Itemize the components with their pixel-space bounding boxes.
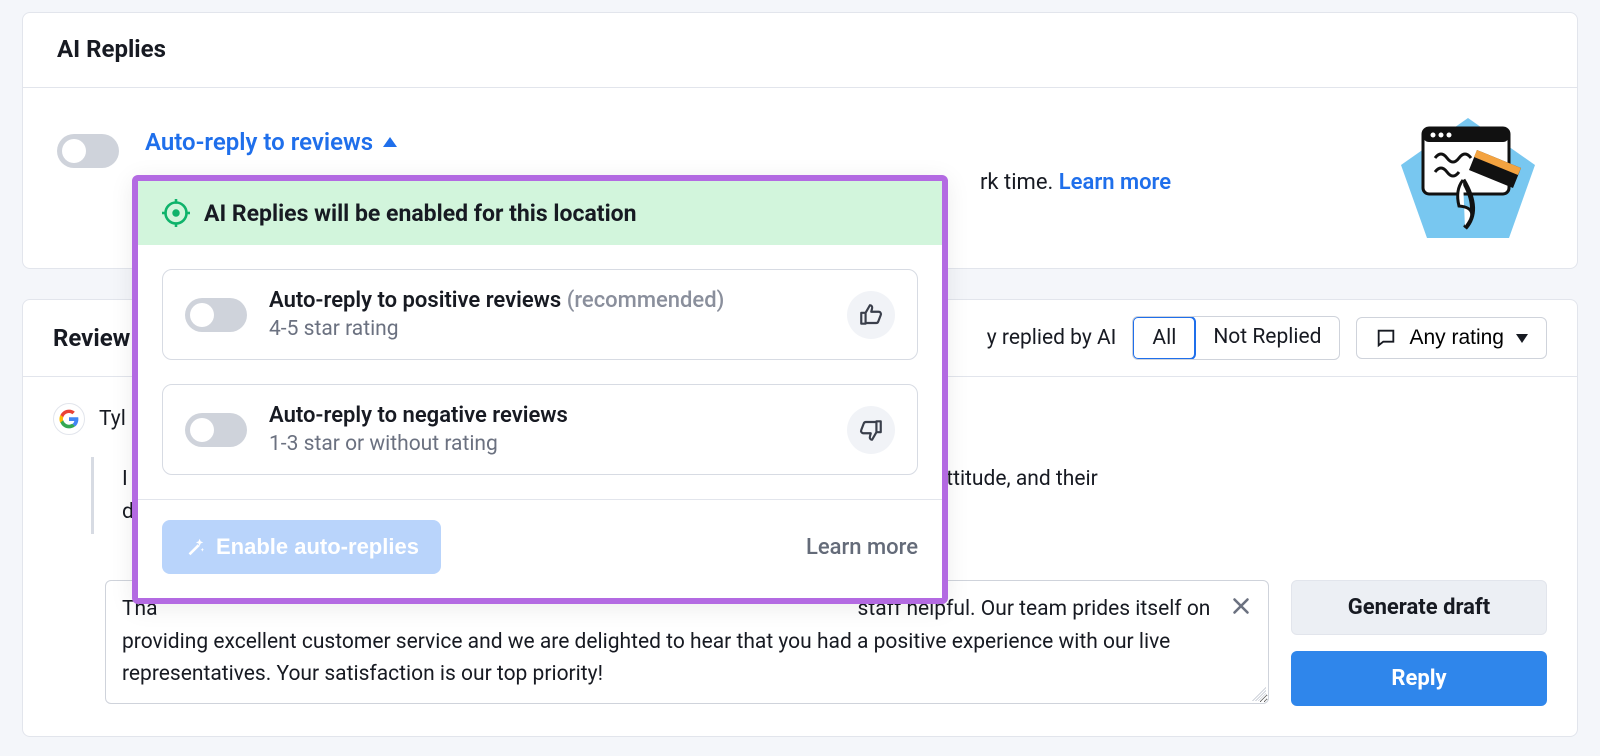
filter-label-tail: y replied by AI	[987, 326, 1117, 350]
popover-banner-text: AI Replies will be enabled for this loca…	[204, 200, 637, 227]
positive-subtitle: 4-5 star rating	[269, 317, 825, 341]
auto-reply-popover: AI Replies will be enabled for this loca…	[132, 175, 948, 604]
reply-button[interactable]: Reply	[1291, 651, 1547, 706]
location-target-icon	[162, 199, 190, 227]
negative-subtitle: 1-3 star or without rating	[269, 432, 825, 456]
enable-button-label: Enable auto-replies	[216, 534, 419, 560]
ai-replies-learn-more-link[interactable]: Learn more	[1059, 170, 1171, 195]
chevron-down-icon	[1516, 334, 1528, 343]
positive-toggle[interactable]	[185, 298, 247, 332]
negative-review-option: Auto-reply to negative reviews 1-3 star …	[162, 384, 918, 475]
negative-title: Auto-reply to negative reviews	[269, 403, 568, 428]
auto-reply-master-toggle[interactable]	[57, 134, 119, 168]
review-author-name: Tyl	[99, 407, 126, 431]
positive-title: Auto-reply to positive reviews	[269, 288, 561, 313]
negative-toggle[interactable]	[185, 413, 247, 447]
clear-reply-button[interactable]	[1228, 593, 1254, 619]
reviews-title: Review	[53, 324, 130, 352]
ai-replies-title: AI Replies	[23, 13, 1577, 88]
reply-filter-segment: All Not Replied	[1132, 316, 1340, 360]
thumbs-down-icon	[847, 406, 895, 454]
chevron-up-icon	[383, 137, 397, 147]
segment-all[interactable]: All	[1132, 316, 1196, 360]
thumbs-up-icon	[847, 291, 895, 339]
chat-bubble-icon	[1375, 327, 1397, 349]
auto-reply-label: Auto-reply to reviews	[145, 128, 373, 156]
popover-learn-more-link[interactable]: Learn more	[806, 535, 918, 560]
hint-tail: rk time.	[980, 170, 1053, 195]
writing-illustration	[1393, 110, 1543, 240]
rating-filter-button[interactable]: Any rating	[1356, 317, 1547, 359]
positive-review-option: Auto-reply to positive reviews (recommen…	[162, 269, 918, 360]
segment-not-replied[interactable]: Not Replied	[1195, 317, 1339, 359]
generate-draft-button[interactable]: Generate draft	[1291, 580, 1547, 635]
auto-reply-expand[interactable]: Auto-reply to reviews	[145, 128, 1543, 156]
magic-wand-icon	[184, 536, 206, 558]
google-source-icon	[53, 403, 85, 435]
rating-filter-label: Any rating	[1409, 326, 1504, 350]
popover-banner: AI Replies will be enabled for this loca…	[138, 181, 942, 245]
enable-auto-replies-button[interactable]: Enable auto-replies	[162, 520, 441, 574]
